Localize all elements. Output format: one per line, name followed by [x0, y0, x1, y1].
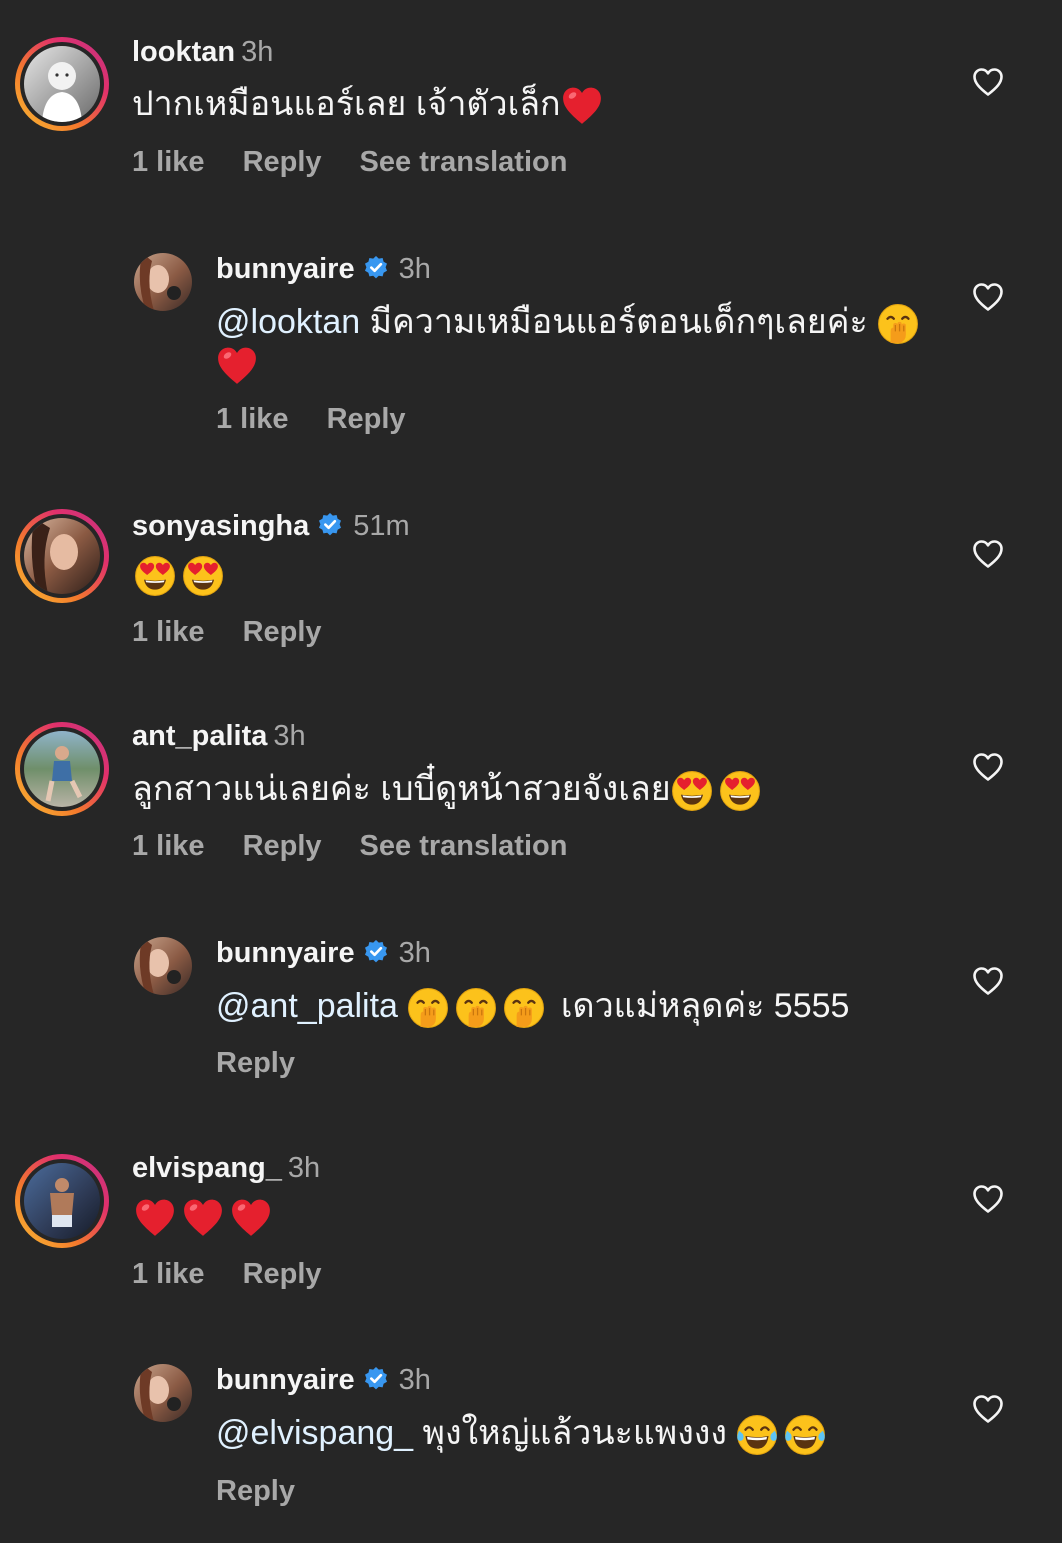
avatar-photo	[24, 1163, 100, 1239]
red-heart-emoji	[216, 345, 258, 387]
comment-username[interactable]: elvispang_	[132, 1152, 282, 1184]
comment-time: 3h	[398, 1364, 431, 1396]
comment-username[interactable]: bunnyaire	[216, 937, 355, 969]
avatar-photo	[24, 46, 100, 122]
comment-text: ปากเหมือนแอร์เลย เจ้าตัวเล็ก	[132, 85, 561, 123]
comment-text-row: @ant_palita เดวแม่หลุดค่ะ 5555	[216, 982, 849, 1030]
red-heart-emoji	[561, 85, 603, 127]
comment-username[interactable]: bunnyaire	[216, 253, 355, 285]
avatar-photo	[134, 937, 192, 995]
verified-badge-icon	[363, 1366, 389, 1392]
tears-of-joy-emoji	[784, 1414, 826, 1456]
comment-text: มีความเหมือนแอร์ตอนเด็กๆเลยค่ะ	[369, 303, 868, 341]
comment-username[interactable]: bunnyaire	[216, 1364, 355, 1396]
hand-over-mouth-emoji	[503, 987, 545, 1029]
mention-link[interactable]: @ant_palita	[216, 987, 398, 1025]
like-heart-icon[interactable]	[972, 1394, 1004, 1424]
avatar-photo	[24, 518, 100, 594]
like-heart-icon[interactable]	[972, 966, 1004, 996]
comment-time: 3h	[273, 720, 306, 752]
comment-text-row: @elvispang_ พุงใหญ่แล้วนะแพงงง	[216, 1409, 832, 1457]
hand-over-mouth-emoji	[407, 987, 449, 1029]
verified-badge-icon	[317, 512, 343, 538]
comment-text: เดวแม่หลุดค่ะ 5555	[560, 987, 850, 1025]
comment-username[interactable]: sonyasingha	[132, 510, 309, 542]
comment-username[interactable]: looktan	[132, 36, 235, 68]
avatar-photo	[134, 1364, 192, 1422]
see-translation-button[interactable]: See translation	[360, 146, 568, 178]
heart-eyes-emoji	[134, 555, 176, 597]
tears-of-joy-emoji	[736, 1414, 778, 1456]
like-count[interactable]: 1 like	[216, 403, 289, 435]
heart-eyes-emoji	[182, 555, 224, 597]
like-count[interactable]: 1 like	[132, 616, 205, 648]
red-heart-emoji	[134, 1197, 176, 1239]
mention-link[interactable]: @elvispang_	[216, 1414, 413, 1452]
comment-text-row: ลูกสาวแน่เลยค่ะ เบบี๋ดูหน้าสวยจังเลย	[132, 765, 767, 813]
avatar-bunnyaire[interactable]	[134, 253, 192, 311]
like-count[interactable]: 1 like	[132, 830, 205, 862]
like-heart-icon[interactable]	[972, 67, 1004, 97]
red-heart-emoji	[230, 1197, 272, 1239]
verified-badge-icon	[363, 939, 389, 965]
like-heart-icon[interactable]	[972, 539, 1004, 569]
comment-text-row: @looktan มีความเหมือนแอร์ตอนเด็กๆเลยค่ะ	[216, 298, 925, 346]
avatar-elvispang[interactable]	[15, 1154, 109, 1248]
comment-text-row	[134, 1192, 278, 1240]
red-heart-emoji	[182, 1197, 224, 1239]
reply-button[interactable]: Reply	[327, 403, 406, 435]
hand-over-mouth-emoji	[455, 987, 497, 1029]
comment-time: 3h	[398, 253, 431, 285]
avatar-bunnyaire[interactable]	[134, 1364, 192, 1422]
verified-badge-icon	[363, 255, 389, 281]
avatar-photo	[134, 253, 192, 311]
comment-time: 3h	[398, 937, 431, 969]
heart-eyes-emoji	[671, 770, 713, 812]
avatar-looktan[interactable]	[15, 37, 109, 131]
like-count[interactable]: 1 like	[132, 146, 205, 178]
comment-text: พุงใหญ่แล้วนะแพงงง	[422, 1414, 728, 1452]
reply-button[interactable]: Reply	[243, 830, 322, 862]
avatar-photo	[24, 731, 100, 807]
reply-button[interactable]: Reply	[243, 1258, 322, 1290]
comment-text-row	[134, 550, 230, 598]
comment-text: ลูกสาวแน่เลยค่ะ เบบี๋ดูหน้าสวยจังเลย	[132, 770, 671, 808]
mention-link[interactable]: @looktan	[216, 303, 360, 341]
avatar-ant-palita[interactable]	[15, 722, 109, 816]
comment-text-row-2	[216, 340, 264, 388]
reply-button[interactable]: Reply	[216, 1475, 295, 1507]
reply-button[interactable]: Reply	[243, 146, 322, 178]
comment-text-row: ปากเหมือนแอร์เลย เจ้าตัวเล็ก	[132, 80, 609, 128]
like-heart-icon[interactable]	[972, 1184, 1004, 1214]
reply-button[interactable]: Reply	[243, 616, 322, 648]
comment-time: 3h	[287, 1152, 321, 1184]
see-translation-button[interactable]: See translation	[360, 830, 568, 862]
like-heart-icon[interactable]	[972, 752, 1004, 782]
avatar-sonyasingha[interactable]	[15, 509, 109, 603]
avatar-bunnyaire[interactable]	[134, 937, 192, 995]
comment-time: 51m	[353, 510, 410, 542]
heart-eyes-emoji	[719, 770, 761, 812]
comment-time: 3h	[241, 36, 274, 68]
hand-over-mouth-emoji	[877, 303, 919, 345]
like-count[interactable]: 1 like	[132, 1258, 205, 1290]
comment-username[interactable]: ant_palita	[132, 720, 267, 752]
reply-button[interactable]: Reply	[216, 1047, 295, 1079]
like-heart-icon[interactable]	[972, 282, 1004, 312]
